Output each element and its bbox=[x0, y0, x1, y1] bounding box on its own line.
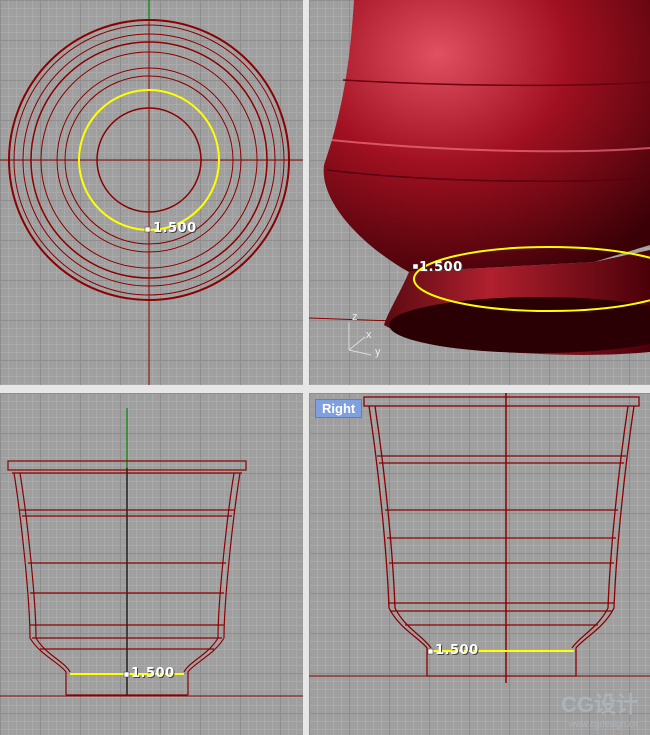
axis-label-z: z bbox=[352, 311, 358, 323]
watermark-url: www.cgdesign.cn bbox=[568, 719, 638, 729]
viewport-perspective[interactable]: 1.500 z x y bbox=[309, 0, 650, 385]
perspective-dimension-label: 1.500 bbox=[419, 260, 463, 275]
front-view-drawing bbox=[0, 408, 303, 697]
viewport-right[interactable]: Right 1.500 CG设计 www.cgdesign.cn bbox=[309, 393, 650, 735]
front-dimension-label: 1.500 bbox=[131, 666, 175, 681]
axis-label-y: y bbox=[375, 346, 381, 358]
top-dimension-label: 1.500 bbox=[153, 221, 197, 236]
top-view-drawing bbox=[0, 0, 303, 385]
perspective-view-drawing bbox=[309, 0, 650, 356]
right-view-drawing bbox=[309, 393, 650, 683]
axis-label-x: x bbox=[366, 329, 372, 341]
viewport-divider-horizontal bbox=[0, 385, 650, 393]
watermark-logo: CG设计 www.cgdesign.cn bbox=[561, 687, 638, 729]
viewport-top[interactable]: 1.500 bbox=[0, 0, 303, 385]
viewport-front[interactable]: 1.500 bbox=[0, 393, 303, 735]
watermark-text: CG设计 bbox=[560, 692, 638, 717]
right-dimension-label: 1.500 bbox=[435, 643, 479, 658]
viewport-title-right[interactable]: Right bbox=[315, 399, 363, 418]
